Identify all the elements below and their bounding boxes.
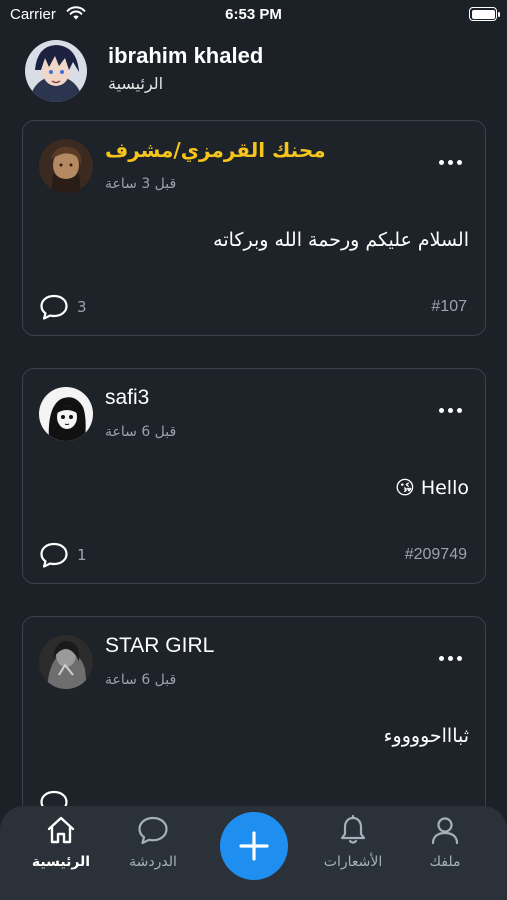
bottom-nav: الرئيسية الدردشة الأشعارات ملفك [0, 806, 507, 900]
bell-icon [337, 814, 369, 850]
user-name: ibrahim khaled [108, 43, 264, 68]
user-avatar[interactable] [25, 40, 87, 102]
post-body: ثباااحووووء [383, 725, 469, 747]
author-avatar[interactable] [39, 635, 93, 689]
battery-icon [469, 7, 500, 21]
home-icon [45, 816, 77, 850]
nav-notifications-label: الأشعارات [323, 854, 383, 870]
author-avatar[interactable] [39, 387, 93, 441]
posts-feed: محنك القرمزي/مشرف قبل 3 ساعة السلام عليك… [22, 120, 486, 864]
clock: 6:53 PM [225, 6, 282, 23]
author-name[interactable]: safi3 [105, 386, 149, 410]
author-avatar[interactable] [39, 139, 93, 193]
more-options-icon[interactable] [439, 159, 463, 167]
author-name[interactable]: STAR GIRL [105, 634, 214, 658]
nav-profile-label: ملفك [429, 854, 461, 870]
post-card[interactable]: safi3 قبل 6 ساعة Hello 😘 1 #209749 [22, 368, 486, 584]
profile-icon [429, 817, 461, 850]
post-card[interactable]: محنك القرمزي/مشرف قبل 3 ساعة السلام عليك… [22, 120, 486, 336]
create-post-button[interactable] [220, 812, 288, 880]
post-time: قبل 3 ساعة [105, 176, 177, 192]
post-id: #209749 [404, 546, 467, 563]
author-name[interactable]: محنك القرمزي/مشرف [105, 138, 326, 162]
post-id: #107 [431, 298, 467, 315]
status-bar: Carrier 6:53 PM [0, 0, 507, 30]
comment-icon[interactable] [39, 293, 69, 325]
more-options-icon[interactable] [439, 655, 463, 663]
nav-notifications[interactable]: الأشعارات [308, 814, 398, 870]
nav-home-label: الرئيسية [31, 854, 91, 870]
post-body: Hello 😘 [394, 477, 469, 499]
page-subtitle: الرئيسية [108, 74, 164, 93]
plus-icon [239, 831, 269, 861]
nav-profile[interactable]: ملفك [400, 814, 490, 870]
header: ibrahim khaled الرئيسية [0, 38, 507, 104]
comment-count: 3 [77, 298, 87, 316]
comment-icon[interactable] [39, 541, 69, 573]
more-options-icon[interactable] [439, 407, 463, 415]
nav-home[interactable]: الرئيسية [16, 814, 106, 870]
post-body: السلام عليكم ورحمة الله وبركاته [213, 229, 469, 251]
nav-chat[interactable]: الدردشة [108, 814, 198, 870]
chat-icon [136, 816, 170, 850]
post-card[interactable]: STAR GIRL قبل 6 ساعة ثباااحووووء [22, 616, 486, 832]
nav-chat-label: الدردشة [129, 854, 177, 870]
comment-count: 1 [77, 546, 87, 564]
post-time: قبل 6 ساعة [105, 672, 177, 688]
post-time: قبل 6 ساعة [105, 424, 177, 440]
